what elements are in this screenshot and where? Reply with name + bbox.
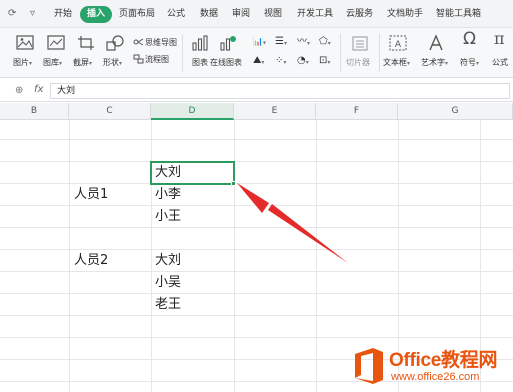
tab-smart-toolbox[interactable]: 智能工具箱 xyxy=(436,8,481,21)
ribbon-separator xyxy=(182,34,183,72)
gallery-icon xyxy=(47,35,65,50)
pie-chart-icon: ◔ xyxy=(297,55,306,66)
tab-home[interactable]: 开始 xyxy=(54,8,72,21)
wordart-label: 艺术字 xyxy=(421,58,445,67)
omega-icon: Ω xyxy=(463,29,476,49)
chevron-down-icon[interactable]: ▿ xyxy=(30,8,35,20)
radar-chart-icon: ⬠ xyxy=(319,36,328,47)
picture-label: 图片 xyxy=(13,58,29,67)
textbox-icon: A xyxy=(389,35,407,51)
wps-spreadsheet-window: ⟳ ▿ 开始 插入 页面布局 公式 数据 审阅 视图 开发工具 云服务 文档助手… xyxy=(0,0,513,392)
symbol-label: 符号 xyxy=(460,58,476,67)
area-chart-dropdown[interactable]: ⛰▾ xyxy=(253,56,264,68)
watermark: Office教程网 www.office26.com xyxy=(345,345,513,389)
watermark-url: www.office26.com xyxy=(391,371,480,383)
tab-doc-assistant[interactable]: 文档助手 xyxy=(387,8,423,21)
ribbon-insert: 图片▾ 图库▾ 截屏▾ 形状▾ 思维导图 流程图 图表 在线图表 📊▾ ☰▾ 〰… xyxy=(0,28,513,78)
screenshot-icon xyxy=(78,36,94,50)
flowchart-label: 流程图 xyxy=(145,55,169,64)
column-chart-dropdown[interactable]: 📊▾ xyxy=(253,37,266,49)
mindmap-icon xyxy=(133,38,144,46)
menu-tab-bar: ⟳ ▿ 开始 插入 页面布局 公式 数据 审阅 视图 开发工具 云服务 文档助手… xyxy=(0,0,513,28)
chart-icon xyxy=(192,35,208,51)
wordart-icon xyxy=(429,34,443,51)
combo-chart-dropdown[interactable]: ⊡▾ xyxy=(319,56,330,68)
slicer-label: 切片器 xyxy=(346,58,370,67)
formula-label: 公式 xyxy=(492,58,508,67)
column-chart-icon: 📊 xyxy=(253,37,263,46)
tab-formula[interactable]: 公式 xyxy=(167,8,185,21)
zoom-icon[interactable]: ⊕ xyxy=(15,85,23,96)
formula-input[interactable]: 大刘 xyxy=(50,83,510,99)
tab-insert[interactable]: 插入 xyxy=(80,6,113,23)
picture-icon xyxy=(16,35,34,50)
slicer-icon xyxy=(352,36,368,51)
tab-developer[interactable]: 开发工具 xyxy=(297,8,333,21)
radar-chart-dropdown[interactable]: ⬠▾ xyxy=(319,37,331,49)
line-chart-dropdown[interactable]: 〰▾ xyxy=(297,37,310,49)
ribbon-separator xyxy=(379,34,380,72)
gallery-label: 图库 xyxy=(43,58,59,67)
online-chart-icon xyxy=(220,36,236,51)
bar-chart-icon: ☰ xyxy=(275,36,284,47)
shapes-label: 形状 xyxy=(103,58,119,67)
pi-icon: π xyxy=(494,29,505,48)
formula-bar: ⊕ fx 大刘 xyxy=(0,80,513,102)
mindmap-label: 思维导图 xyxy=(145,38,177,47)
ribbon-separator xyxy=(340,34,341,72)
redo-icon[interactable]: ⟳ xyxy=(8,8,16,20)
tab-cloud[interactable]: 云服务 xyxy=(346,8,373,21)
textbox-label: 文本框 xyxy=(383,58,407,67)
screenshot-label: 截屏 xyxy=(73,58,89,67)
shapes-icon xyxy=(106,35,124,51)
tab-review[interactable]: 审阅 xyxy=(232,8,250,21)
watermark-title: Office教程网 xyxy=(389,350,498,371)
tab-data[interactable]: 数据 xyxy=(200,8,218,21)
office-logo-icon xyxy=(355,348,383,384)
flowchart-icon xyxy=(133,54,144,64)
svg-text:A: A xyxy=(395,40,402,50)
chart-label: 图表 xyxy=(192,58,208,67)
fx-label[interactable]: fx xyxy=(34,84,43,95)
online-chart-label: 在线图表 xyxy=(210,58,242,67)
scatter-chart-dropdown[interactable]: ⁘▾ xyxy=(275,56,286,68)
tab-page-layout[interactable]: 页面布局 xyxy=(119,8,155,21)
bar-chart-dropdown[interactable]: ☰▾ xyxy=(275,37,287,49)
pie-chart-dropdown[interactable]: ◔▾ xyxy=(297,56,309,68)
line-chart-icon: 〰 xyxy=(297,36,307,47)
tab-view[interactable]: 视图 xyxy=(264,8,282,21)
